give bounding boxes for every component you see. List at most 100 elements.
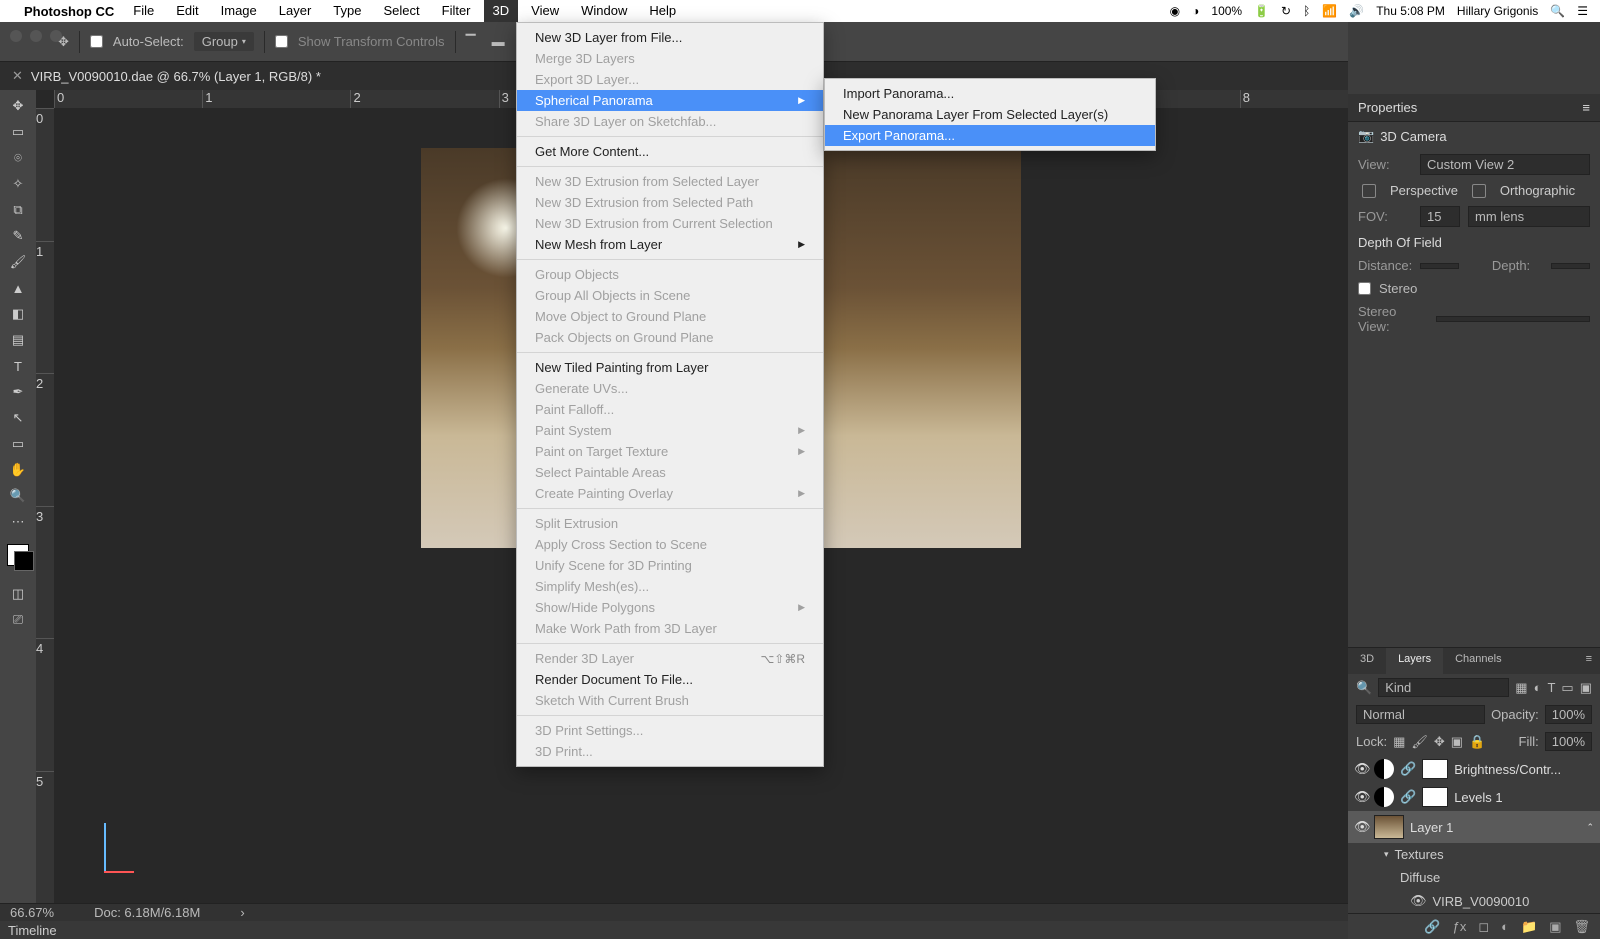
clock-label[interactable]: Thu 5:08 PM <box>1376 4 1445 18</box>
menu-file[interactable]: File <box>124 0 163 22</box>
blend-mode-dropdown[interactable]: Normal <box>1356 705 1485 724</box>
layer-textures[interactable]: ▾ Textures <box>1348 843 1600 866</box>
submenuitem-import-panorama[interactable]: Import Panorama... <box>825 83 1155 104</box>
tab-layers[interactable]: Layers <box>1386 648 1443 674</box>
layer-levels[interactable]: 👁 🔗 Levels 1 <box>1348 783 1600 811</box>
magic-wand-tool[interactable]: ✧ <box>4 172 32 196</box>
sync-icon[interactable]: ◑ <box>1192 4 1199 18</box>
link-layers-icon[interactable]: 🔗 <box>1424 919 1440 935</box>
menu-view[interactable]: View <box>522 0 568 22</box>
filter-adjust-icon[interactable]: ◐ <box>1534 680 1542 695</box>
layer-name[interactable]: Layer 1 <box>1410 820 1453 835</box>
eyedropper-tool[interactable]: ✎ <box>4 224 32 248</box>
ruler-vertical[interactable]: 012345 <box>36 108 54 903</box>
menu-type[interactable]: Type <box>324 0 370 22</box>
shape-tool[interactable]: ▭ <box>4 432 32 456</box>
perspective-toggle[interactable] <box>1362 184 1376 198</box>
menuitem-render-document-to-file[interactable]: Render Document To File... <box>517 669 823 690</box>
layer-mask-icon[interactable]: ◻ <box>1478 919 1489 935</box>
layer-brightness-contrast[interactable]: 👁 🔗 Brightness/Contr... <box>1348 755 1600 783</box>
quickmask-tool[interactable]: ◫ <box>4 582 32 606</box>
submenuitem-new-panorama-layer-from-selected-layer-s[interactable]: New Panorama Layer From Selected Layer(s… <box>825 104 1155 125</box>
move-tool[interactable]: ✥ <box>4 94 32 118</box>
distance-input[interactable] <box>1420 263 1459 269</box>
zoom-tool[interactable]: 🔍 <box>4 484 32 508</box>
view-dropdown[interactable]: Custom View 2 <box>1420 154 1590 175</box>
document-tab-title[interactable]: VIRB_V0090010.dae @ 66.7% (Layer 1, RGB/… <box>31 69 321 84</box>
stereo-checkbox[interactable] <box>1358 282 1371 295</box>
layer-style-icon[interactable]: ƒx <box>1453 919 1467 934</box>
properties-header[interactable]: Properties ≡ <box>1348 94 1600 122</box>
visibility-icon[interactable]: 👁 <box>1354 789 1368 805</box>
path-select-tool[interactable]: ↖ <box>4 406 32 430</box>
filter-pixel-icon[interactable]: ▦ <box>1515 680 1527 696</box>
visibility-icon[interactable]: 👁 <box>1354 761 1368 777</box>
stereo-view-dropdown[interactable] <box>1436 316 1590 322</box>
menuitem-new-3d-layer-from-file[interactable]: New 3D Layer from File... <box>517 27 823 48</box>
lasso-tool[interactable]: ⌾ <box>4 146 32 170</box>
crop-tool[interactable]: ⧉ <box>4 198 32 222</box>
filter-shape-icon[interactable]: ▭ <box>1561 680 1573 696</box>
lock-position-icon[interactable]: ✥ <box>1434 734 1445 750</box>
menu-select[interactable]: Select <box>374 0 428 22</box>
auto-select-dropdown[interactable]: Group ▾ <box>194 32 254 51</box>
wifi-icon[interactable]: 📶 <box>1322 4 1337 18</box>
layer-layer1[interactable]: 👁 Layer 1 ⌃ <box>1348 811 1600 843</box>
user-label[interactable]: Hillary Grigonis <box>1457 4 1538 18</box>
new-adjustment-icon[interactable]: ◐ <box>1501 919 1509 934</box>
menu-image[interactable]: Image <box>212 0 266 22</box>
panel-menu-icon[interactable]: ≡ <box>1582 100 1590 115</box>
layer-name[interactable]: Levels 1 <box>1454 790 1502 805</box>
auto-select-checkbox[interactable] <box>90 35 103 48</box>
info-chevron-icon[interactable]: › <box>240 905 244 920</box>
show-transform-checkbox[interactable] <box>275 35 288 48</box>
menuitem-spherical-panorama[interactable]: Spherical Panorama <box>517 90 823 111</box>
close-tab-icon[interactable]: ✕ <box>12 68 23 84</box>
layer-name[interactable]: Textures <box>1395 847 1444 862</box>
timemachine-icon[interactable]: ↻ <box>1281 4 1291 18</box>
menuitem-get-more-content[interactable]: Get More Content... <box>517 141 823 162</box>
mask-thumb[interactable] <box>1422 787 1448 807</box>
menu-window[interactable]: Window <box>572 0 636 22</box>
timeline-tab[interactable]: Timeline <box>8 923 57 938</box>
menu-3d[interactable]: 3D <box>484 0 519 22</box>
mask-thumb[interactable] <box>1422 759 1448 779</box>
align-top-icon[interactable]: ▔ <box>466 34 482 50</box>
brush-tool[interactable]: 🖌 <box>4 250 32 274</box>
type-tool[interactable]: T <box>4 354 32 378</box>
visibility-icon[interactable]: 👁 <box>1410 893 1427 909</box>
gradient-tool[interactable]: ▤ <box>4 328 32 352</box>
menuitem-new-tiled-painting-from-layer[interactable]: New Tiled Painting from Layer <box>517 357 823 378</box>
menu-filter[interactable]: Filter <box>433 0 480 22</box>
fill-input[interactable]: 100% <box>1545 732 1592 751</box>
cc-status-icon[interactable]: ◉ <box>1170 4 1180 18</box>
lock-pixels-icon[interactable]: 🖌 <box>1411 734 1428 750</box>
fov-unit-dropdown[interactable]: mm lens <box>1468 206 1590 227</box>
filter-type-icon[interactable]: T <box>1547 680 1555 695</box>
tab-3d[interactable]: 3D <box>1348 648 1386 674</box>
filter-smart-icon[interactable]: ▣ <box>1580 680 1592 696</box>
notification-center-icon[interactable]: ☰ <box>1577 4 1588 18</box>
submenuitem-export-panorama[interactable]: Export Panorama... <box>825 125 1155 146</box>
layer-thumb[interactable] <box>1374 815 1404 839</box>
lock-all-icon[interactable]: 🔒 <box>1469 734 1485 750</box>
align-vcenter-icon[interactable]: ▬ <box>492 34 508 50</box>
window-traffic-lights[interactable] <box>10 30 62 42</box>
visibility-icon[interactable]: 👁 <box>1354 819 1368 835</box>
expand-icon[interactable]: ⌃ <box>1586 822 1594 833</box>
filter-kind-icon[interactable]: 🔍 <box>1356 680 1372 696</box>
tab-channels[interactable]: Channels <box>1443 648 1513 674</box>
new-group-icon[interactable]: 📁 <box>1521 919 1537 935</box>
menu-edit[interactable]: Edit <box>167 0 207 22</box>
layer-texture-file[interactable]: 👁 VIRB_V0090010 <box>1348 889 1600 913</box>
lock-transparency-icon[interactable]: ▦ <box>1393 734 1405 750</box>
doc-info[interactable]: Doc: 6.18M/6.18M <box>94 905 200 920</box>
layer-name[interactable]: VIRB_V0090010 <box>1433 894 1530 909</box>
lock-artboard-icon[interactable]: ▣ <box>1451 734 1463 750</box>
opacity-input[interactable]: 100% <box>1545 705 1592 724</box>
menu-layer[interactable]: Layer <box>270 0 321 22</box>
layer-name[interactable]: Diffuse <box>1400 870 1440 885</box>
filter-kind-dropdown[interactable]: Kind <box>1378 678 1509 697</box>
layer-name[interactable]: Brightness/Contr... <box>1454 762 1561 777</box>
panel-menu-icon[interactable]: ≡ <box>1578 648 1600 674</box>
